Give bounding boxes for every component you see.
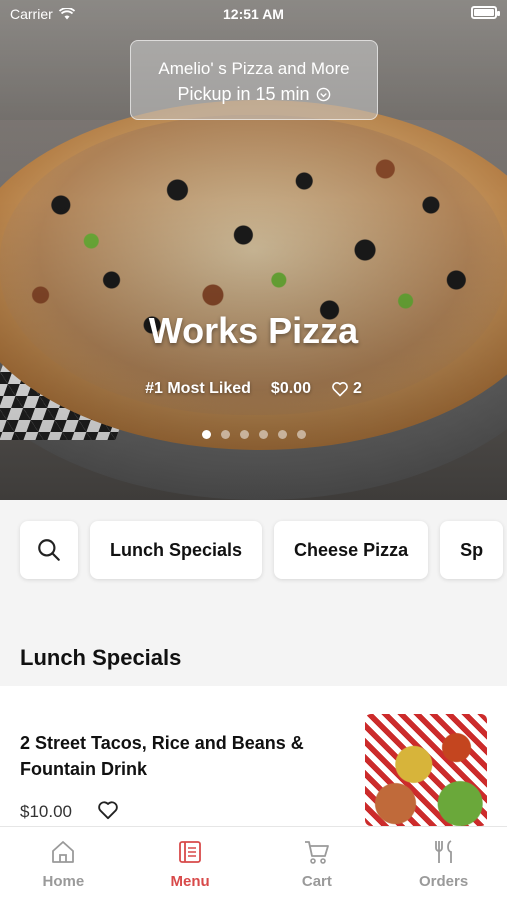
menu-item-card[interactable]: 2 Street Tacos, Rice and Beans & Fountai…	[0, 686, 507, 826]
tab-cart-label: Cart	[301, 873, 332, 890]
category-bar: Lunch Specials Cheese Pizza Sp	[0, 500, 507, 630]
clock: 12:51 AM	[223, 6, 284, 22]
featured-price: $0.00	[270, 380, 311, 397]
category-chip-cheese-pizza[interactable]: Cheese Pizza	[274, 521, 429, 579]
featured-item-meta: #1 Most Liked $0.00 2	[0, 380, 507, 398]
tab-menu[interactable]: Menu	[127, 827, 254, 900]
menu-item-name: 2 Street Tacos, Rice and Beans & Fountai…	[20, 733, 304, 779]
menu-icon	[179, 841, 202, 863]
carousel-dot[interactable]	[201, 430, 211, 439]
search-button[interactable]	[20, 521, 78, 579]
carousel-pagination[interactable]	[0, 430, 507, 439]
tab-orders[interactable]: Orders	[380, 827, 507, 900]
cart-icon	[304, 841, 329, 864]
location-badge[interactable]: Amelio' s Pizza and More Pickup in 15 mi…	[130, 40, 378, 120]
restaurant-name: Amelio' s Pizza and More	[158, 59, 350, 78]
carousel-dot[interactable]	[277, 430, 287, 439]
tab-home[interactable]: Home	[0, 827, 127, 900]
tab-bar: Home Menu Cart Orders	[0, 826, 507, 900]
search-icon	[38, 539, 60, 561]
carousel-dot[interactable]	[296, 430, 306, 439]
featured-rank: #1 Most Liked	[145, 380, 251, 397]
featured-item-title: Works Pizza	[148, 310, 359, 351]
menu-item-price: $10.00	[20, 802, 72, 821]
category-chip-next[interactable]: Sp	[440, 521, 504, 579]
orders-icon	[434, 840, 452, 863]
tab-orders-label: Orders	[419, 873, 469, 890]
carousel-dot[interactable]	[258, 430, 268, 439]
carousel-dot[interactable]	[220, 430, 230, 439]
featured-likes[interactable]: 2	[331, 380, 362, 398]
featured-likes-count: 2	[352, 380, 362, 397]
pickup-time[interactable]: Pickup in 15 min	[131, 84, 377, 105]
hero-banner[interactable]: Carrier 12:51 AM Amelio' s Pizza and Mor…	[0, 0, 507, 500]
tab-cart[interactable]: Cart	[254, 827, 381, 900]
carousel-dot[interactable]	[239, 430, 249, 439]
chevron-down-circle-icon	[316, 87, 330, 102]
battery-icon	[471, 6, 500, 19]
heart-icon	[332, 382, 348, 397]
status-bar: Carrier 12:51 AM	[0, 0, 507, 28]
section-title: Lunch Specials	[20, 645, 182, 670]
tab-home-label: Home	[42, 873, 85, 890]
category-chip-lunch-specials[interactable]: Lunch Specials	[90, 521, 263, 579]
home-icon	[52, 841, 75, 863]
menu-item-image	[365, 714, 487, 826]
tab-menu-label: Menu	[170, 873, 210, 890]
heart-icon[interactable]	[97, 800, 119, 820]
